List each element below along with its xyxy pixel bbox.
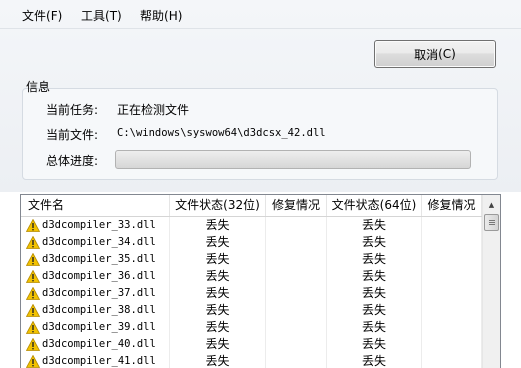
status-64-cell: 丢失: [327, 302, 422, 319]
column-header-filename[interactable]: 文件名: [21, 195, 170, 216]
menu-help-mnemonic: (H): [164, 9, 183, 23]
file-list-table: 文件名 文件状态(32位) 修复情况 文件状态(64位) 修复情况 d3dcom…: [20, 194, 501, 368]
menu-tools[interactable]: 工具(T): [81, 7, 122, 24]
menu-tools-mnemonic: (T): [105, 9, 122, 23]
status-64-cell: 丢失: [327, 336, 422, 353]
file-name-cell: d3dcompiler_39.dll: [21, 319, 170, 336]
repair-32-cell: [266, 217, 327, 234]
repair-64-cell: [422, 302, 482, 319]
file-name-cell: d3dcompiler_38.dll: [21, 302, 170, 319]
vertical-scrollbar[interactable]: ▲: [482, 195, 500, 368]
repair-64-cell: [422, 217, 482, 234]
cancel-button-label: 取消: [414, 47, 439, 62]
file-name-cell: d3dcompiler_35.dll: [21, 251, 170, 268]
status-32-cell: 丢失: [170, 336, 266, 353]
file-name-cell: d3dcompiler_33.dll: [21, 217, 170, 234]
column-header-repair-32[interactable]: 修复情况: [266, 195, 327, 216]
chevron-up-icon[interactable]: ▲: [484, 197, 499, 212]
table-row[interactable]: d3dcompiler_34.dll 丢失 丢失: [21, 234, 482, 251]
menu-help-label: 帮助: [140, 9, 165, 23]
column-header-status-64[interactable]: 文件状态(64位): [327, 195, 422, 216]
current-file-value: C:\windows\syswow64\d3dcsx_42.dll: [117, 127, 326, 139]
status-32-cell: 丢失: [170, 217, 266, 234]
repair-64-cell: [422, 268, 482, 285]
status-32-cell: 丢失: [170, 251, 266, 268]
file-name-cell: d3dcompiler_37.dll: [21, 285, 170, 302]
overall-progress-bar: [115, 150, 471, 169]
status-64-cell: 丢失: [327, 285, 422, 302]
current-file-label: 当前文件:: [46, 128, 99, 142]
current-task-label: 当前任务:: [46, 103, 99, 117]
status-32-cell: 丢失: [170, 302, 266, 319]
scroll-thumb[interactable]: [484, 214, 499, 231]
current-task-value: 正在检测文件: [117, 103, 190, 117]
repair-32-cell: [266, 251, 327, 268]
file-name-cell: d3dcompiler_40.dll: [21, 336, 170, 353]
table-row[interactable]: d3dcompiler_35.dll 丢失 丢失: [21, 251, 482, 268]
repair-32-cell: [266, 285, 327, 302]
status-64-cell: 丢失: [327, 268, 422, 285]
info-title: 信息: [26, 80, 51, 94]
menu-help[interactable]: 帮助(H): [140, 7, 182, 24]
menu-file[interactable]: 文件(F): [22, 7, 62, 24]
status-32-cell: 丢失: [170, 285, 266, 302]
menu-divider: [0, 28, 521, 29]
cancel-button[interactable]: 取消 (C): [374, 40, 496, 68]
repair-64-cell: [422, 251, 482, 268]
file-name-cell: d3dcompiler_34.dll: [21, 234, 170, 251]
repair-64-cell: [422, 319, 482, 336]
repair-32-cell: [266, 302, 327, 319]
menu-tools-label: 工具: [81, 9, 106, 23]
repair-32-cell: [266, 336, 327, 353]
thumb-grip-line: [489, 220, 495, 221]
column-header-repair-64[interactable]: 修复情况: [422, 195, 482, 216]
repair-64-cell: [422, 285, 482, 302]
table-row[interactable]: d3dcompiler_40.dll 丢失 丢失: [21, 336, 482, 353]
repair-64-cell: [422, 336, 482, 353]
file-name-cell: d3dcompiler_36.dll: [21, 268, 170, 285]
status-64-cell: 丢失: [327, 234, 422, 251]
menu-file-label: 文件: [22, 9, 47, 23]
overall-progress-label: 总体进度:: [46, 154, 99, 168]
status-64-cell: 丢失: [327, 353, 422, 368]
table-row[interactable]: d3dcompiler_36.dll 丢失 丢失: [21, 268, 482, 285]
table-row[interactable]: d3dcompiler_41.dll 丢失 丢失: [21, 353, 482, 368]
thumb-grip-line: [489, 222, 495, 223]
column-header-status-32[interactable]: 文件状态(32位): [170, 195, 266, 216]
status-32-cell: 丢失: [170, 234, 266, 251]
menu-bar: 文件(F) 工具(T) 帮助(H): [0, 0, 521, 28]
repair-32-cell: [266, 353, 327, 368]
menu-file-mnemonic: (F): [46, 9, 63, 23]
repair-64-cell: [422, 234, 482, 251]
table-row[interactable]: d3dcompiler_33.dll 丢失 丢失: [21, 217, 482, 234]
status-32-cell: 丢失: [170, 319, 266, 336]
table-row[interactable]: d3dcompiler_37.dll 丢失 丢失: [21, 285, 482, 302]
status-64-cell: 丢失: [327, 319, 422, 336]
status-32-cell: 丢失: [170, 268, 266, 285]
file-name-cell: d3dcompiler_41.dll: [21, 353, 170, 368]
repair-32-cell: [266, 319, 327, 336]
repair-32-cell: [266, 268, 327, 285]
status-32-cell: 丢失: [170, 353, 266, 368]
repair-32-cell: [266, 234, 327, 251]
table-header: 文件名 文件状态(32位) 修复情况 文件状态(64位) 修复情况: [21, 195, 482, 217]
repair-64-cell: [422, 353, 482, 368]
table-row[interactable]: d3dcompiler_38.dll 丢失 丢失: [21, 302, 482, 319]
status-64-cell: 丢失: [327, 217, 422, 234]
status-64-cell: 丢失: [327, 251, 422, 268]
table-row[interactable]: d3dcompiler_39.dll 丢失 丢失: [21, 319, 482, 336]
thumb-grip-line: [489, 224, 495, 225]
cancel-button-mnemonic: (C): [438, 47, 456, 61]
